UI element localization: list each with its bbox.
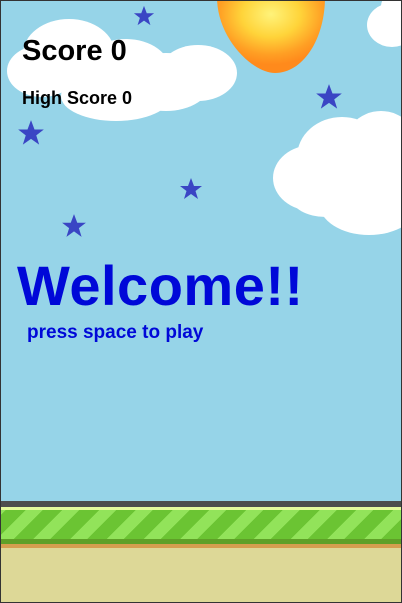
score-label: Score 0 <box>22 35 127 67</box>
star-icon <box>133 5 155 26</box>
star-icon <box>62 214 86 237</box>
welcome-title: Welcome!! <box>17 254 304 317</box>
star-icon <box>18 120 44 145</box>
game-canvas[interactable]: Score 0 High Score 0 Welcome!! press spa… <box>0 0 402 603</box>
grass-stripes <box>1 510 401 539</box>
sun-icon <box>217 1 325 73</box>
dirt <box>1 548 401 602</box>
high-score-label: High Score 0 <box>22 88 133 108</box>
star-icon <box>180 178 202 199</box>
start-prompt: press space to play <box>27 322 204 343</box>
star-icon <box>316 84 342 109</box>
ground <box>1 501 401 602</box>
